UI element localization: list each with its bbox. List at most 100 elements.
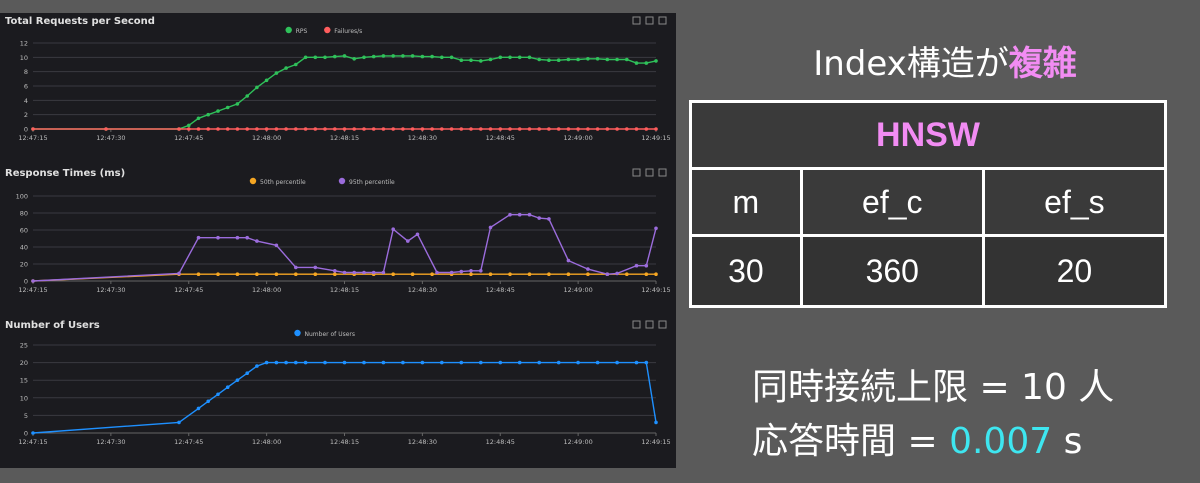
download-icon [658, 168, 667, 177]
data-point [342, 360, 347, 365]
val-ef-c: 360 [799, 234, 985, 308]
download-icon [658, 320, 667, 329]
y-tick-label: 60 [20, 227, 28, 235]
data-point [595, 127, 600, 131]
data-point [284, 127, 288, 131]
chart-title: Number of Users [5, 320, 100, 331]
data-point [517, 127, 522, 131]
data-point [294, 265, 298, 270]
data-point [333, 272, 337, 277]
data-point [206, 112, 210, 117]
x-tick-label: 12:48:15 [330, 438, 359, 446]
data-point [508, 127, 512, 131]
data-point [31, 127, 35, 131]
x-tick-label: 12:48:45 [486, 438, 515, 446]
data-point [625, 272, 629, 277]
data-point [566, 272, 571, 277]
data-point [479, 59, 483, 63]
data-point [313, 272, 318, 277]
data-point [440, 127, 444, 131]
legend-marker [294, 329, 301, 337]
data-point [634, 61, 639, 65]
data-point [235, 102, 240, 106]
data-point [605, 127, 610, 131]
chart-title: Total Requests per Second [5, 16, 155, 27]
data-point [31, 279, 35, 283]
legend-marker [324, 26, 331, 34]
data-point [371, 54, 376, 59]
data-point [245, 235, 249, 240]
hnsw-params-table: HNSW m ef_c ef_s 30 360 20 [689, 100, 1168, 308]
data-point [469, 127, 473, 131]
data-point [31, 431, 35, 435]
y-tick-label: 0 [24, 126, 28, 134]
data-point [235, 378, 240, 383]
data-point [391, 227, 396, 231]
data-point [556, 360, 561, 365]
data-point [644, 127, 649, 131]
data-point [449, 270, 454, 275]
y-tick-label: 0 [24, 430, 28, 438]
x-tick-label: 12:47:45 [174, 438, 203, 446]
data-point [488, 127, 493, 131]
data-point [264, 127, 269, 131]
data-point [177, 420, 181, 425]
data-point [274, 127, 279, 131]
x-tick-label: 12:49:00 [564, 286, 593, 294]
x-tick-label: 12:49:00 [564, 438, 593, 446]
data-point [488, 225, 493, 230]
data-point [196, 272, 201, 277]
y-tick-label: 8 [24, 68, 28, 76]
slide-title-prefix: Index構造が [813, 44, 1009, 84]
col-ef-c: ef_c [799, 167, 985, 237]
data-point [459, 58, 464, 62]
data-point [104, 127, 108, 131]
data-point [430, 127, 434, 131]
expand-icon [632, 320, 641, 329]
data-point [206, 127, 210, 131]
charts-svg: Total Requests per Second RPS Failures/s 0 2… [5, 16, 671, 446]
x-tick-label: 12:48:45 [486, 286, 515, 294]
data-point [381, 127, 386, 131]
response-time-unit: s [1052, 421, 1083, 462]
data-point [255, 127, 259, 131]
data-point [498, 55, 503, 60]
legend-label: Number of Users [305, 331, 356, 338]
data-point [440, 55, 444, 60]
data-point [537, 127, 541, 131]
col-ef-s: ef_s [981, 167, 1168, 237]
col-m: m [689, 167, 803, 237]
data-point [576, 57, 580, 62]
data-point [605, 272, 610, 277]
legend-marker [285, 26, 292, 34]
legend-marker [249, 177, 257, 185]
data-point [187, 123, 191, 128]
data-point [274, 272, 279, 277]
legend-marker [338, 177, 346, 185]
data-point [255, 239, 259, 243]
data-point [177, 127, 181, 131]
data-point [586, 57, 590, 61]
x-tick-label: 12:48:15 [330, 286, 359, 294]
x-tick-label: 12:47:30 [96, 134, 125, 142]
data-point [235, 272, 240, 277]
x-tick-label: 12:48:30 [408, 438, 437, 446]
data-point [547, 127, 551, 131]
y-tick-label: 80 [20, 210, 28, 218]
data-point [508, 55, 512, 60]
data-point [420, 127, 425, 131]
data-point [420, 360, 425, 365]
data-point [508, 272, 512, 277]
x-tick-label: 12:48:00 [252, 134, 281, 142]
x-tick-label: 12:47:30 [96, 438, 125, 446]
y-tick-label: 15 [20, 377, 28, 385]
data-point [586, 267, 590, 271]
data-point [274, 243, 279, 248]
data-point [333, 127, 337, 131]
data-point [245, 127, 249, 131]
x-tick-label: 12:48:30 [408, 134, 437, 142]
data-point [342, 127, 347, 131]
data-point [371, 127, 376, 131]
data-point [362, 55, 366, 60]
legend-label: RPS [296, 28, 308, 35]
